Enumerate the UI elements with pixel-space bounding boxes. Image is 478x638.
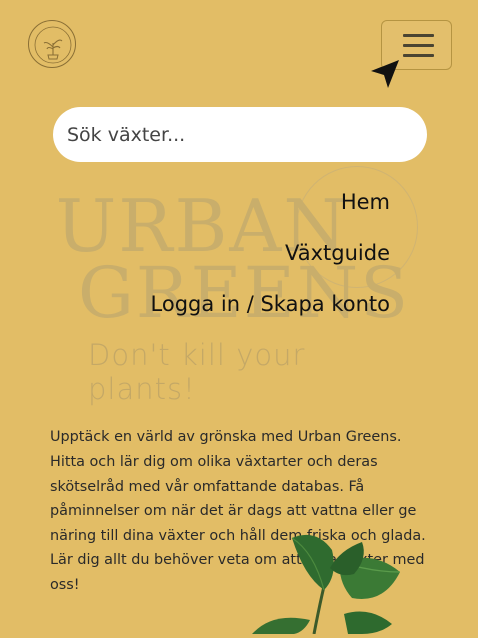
cursor-icon: [367, 57, 403, 97]
nav-item-login[interactable]: Logga in / Skapa konto: [151, 292, 390, 316]
search-input[interactable]: [53, 107, 427, 162]
nav-item-hem[interactable]: Hem: [341, 190, 390, 214]
hamburger-menu-icon: [403, 34, 434, 37]
plant-logo-icon[interactable]: [28, 20, 76, 68]
plant-image: [244, 532, 414, 638]
hero-tagline: Don't kill your plants!: [88, 338, 306, 406]
nav-item-vaxtguide[interactable]: Växtguide: [285, 241, 390, 265]
